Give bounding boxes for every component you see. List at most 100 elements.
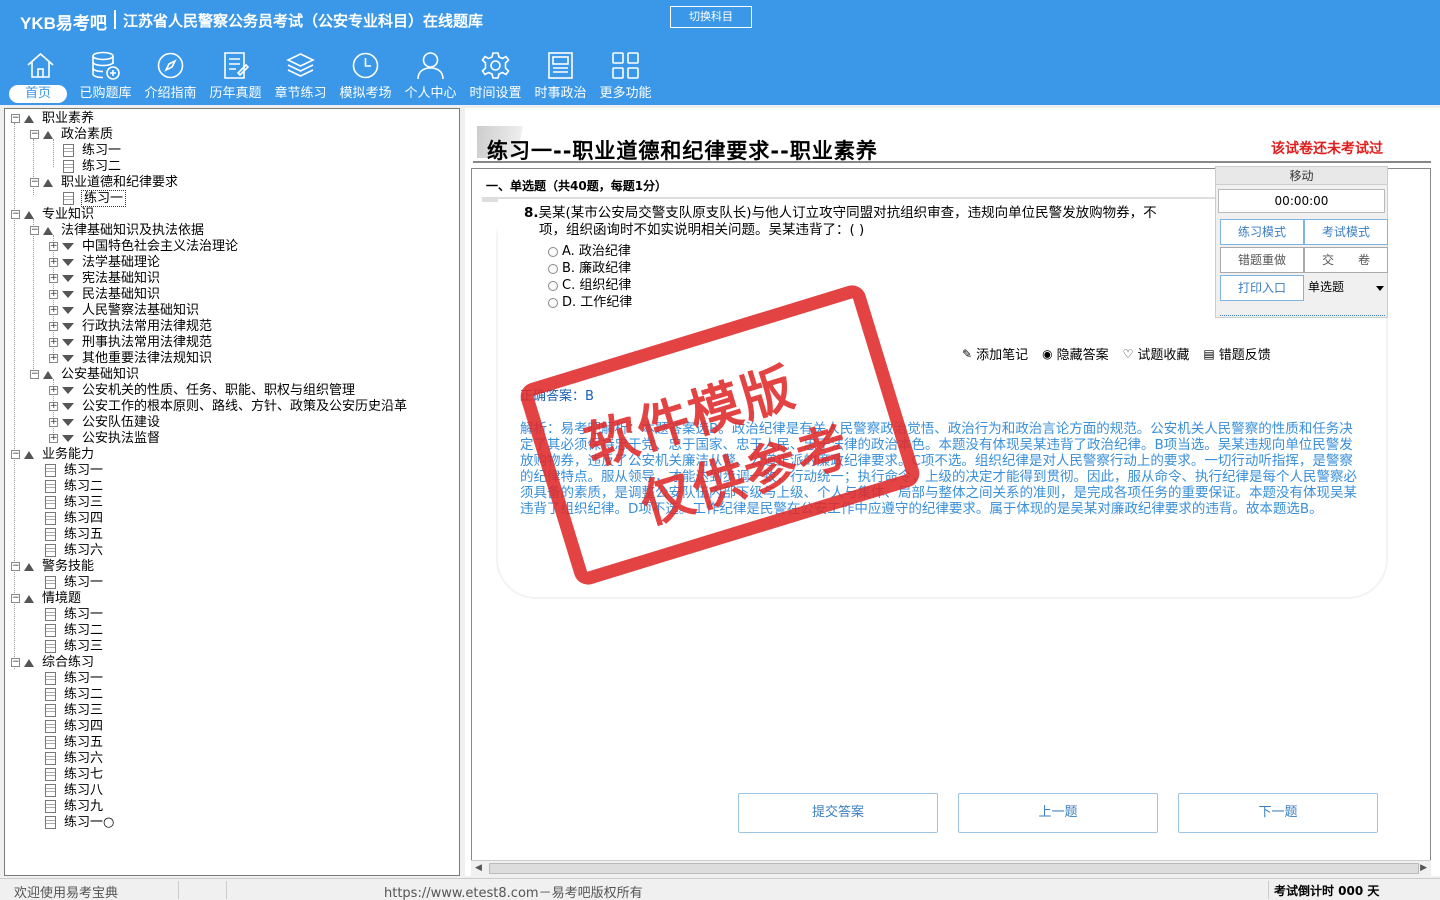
expand-icon[interactable]: + [49,274,58,283]
tree-leaf[interactable]: 练习四 [45,719,103,735]
switch-subject-button[interactable]: 切换科目 [670,6,752,28]
submit-answer-button[interactable]: 提交答案 [738,793,938,833]
question-type-select[interactable]: 单选题 [1306,275,1388,301]
nav-chapter-practice[interactable]: 章节练习 [268,44,333,104]
tree-leaf-selected[interactable]: 练习一 [63,190,127,207]
nav-past-papers[interactable]: 历年真题 [203,44,268,104]
radio-icon[interactable] [548,263,558,274]
expand-icon[interactable]: + [49,418,58,427]
submit-paper-button[interactable]: 交 卷 [1304,247,1388,273]
collapse-icon[interactable]: − [30,178,39,187]
tree-leaf[interactable]: 练习二 [45,687,103,703]
radio-icon[interactable] [548,297,558,308]
tree-node[interactable]: + 刑事执法常用法律规范 [49,335,212,351]
radio-icon[interactable] [548,280,558,291]
tree-node[interactable]: − 政治素质 [30,127,113,143]
nav-home[interactable]: 首页 [8,44,73,104]
tree-node[interactable]: + 宪法基础知识 [49,271,160,287]
expand-icon[interactable]: + [49,386,58,395]
tree-node[interactable]: + 中国特色社会主义法治理论 [49,239,238,255]
tree-leaf[interactable]: 练习一 [45,607,103,623]
tree-node[interactable]: − 法律基础知识及执法依据 [30,223,204,239]
nav-time-settings[interactable]: 时间设置 [463,44,528,104]
tree-leaf[interactable]: 练习一 [45,671,103,687]
collapse-icon[interactable]: − [11,658,20,667]
collapse-icon[interactable]: − [30,130,39,139]
tree-leaf[interactable]: 练习一 [45,463,103,479]
nav-guide[interactable]: 介绍指南 [138,44,203,104]
tree-node[interactable]: + 民法基础知识 [49,287,160,303]
expand-icon[interactable]: + [49,322,58,331]
next-question-button[interactable]: 下一题 [1178,793,1378,833]
panel-slider[interactable] [1220,311,1385,316]
hide-answer-button[interactable]: ◉ 隐藏答案 [1042,344,1109,364]
option-c[interactable]: C. 组织纪律 [548,277,631,294]
expand-icon[interactable]: + [49,306,58,315]
tree-node[interactable]: + 行政执法常用法律规范 [49,319,212,335]
tree-node[interactable]: − 职业道德和纪律要求 [30,175,178,191]
tree-node[interactable]: − 业务能力 [11,447,94,463]
tree-node[interactable]: − 综合练习 [11,655,94,671]
tree-node[interactable]: + 公安机关的性质、任务、职能、职权与组织管理 [49,383,355,399]
collapse-icon[interactable]: − [11,562,20,571]
tree-node[interactable]: − 情境题 [11,591,81,607]
tree-leaf[interactable]: 练习一○ [45,815,114,831]
tree-leaf[interactable]: 练习六 [45,751,103,767]
nav-current-affairs[interactable]: 时事政治 [528,44,593,104]
tree-leaf[interactable]: 练习三 [45,495,103,511]
expand-icon[interactable]: + [49,338,58,347]
tree-leaf[interactable]: 练习八 [45,783,103,799]
nav-personal-center[interactable]: 个人中心 [398,44,463,104]
tree-leaf[interactable]: 练习二 [45,623,103,639]
option-d[interactable]: D. 工作纪律 [548,294,632,311]
tree-node[interactable]: + 人民警察法基础知识 [49,303,199,319]
chapter-tree[interactable]: − 职业素养 − 政治素质 练习一 练习二 − 职业道德和纪律要求 练习一 − 专业知识… [4,108,460,876]
scroll-right-icon[interactable]: ▶ [1420,863,1427,873]
collapse-icon[interactable]: − [11,594,20,603]
tree-node[interactable]: − 专业知识 [11,207,94,223]
add-note-button[interactable]: ✎ 添加笔记 [962,344,1028,364]
error-feedback-button[interactable]: ▤ 错题反馈 [1203,344,1270,364]
tree-leaf[interactable]: 练习一 [45,575,103,591]
prev-question-button[interactable]: 上一题 [958,793,1158,833]
tree-leaf[interactable]: 练习一 [63,143,121,159]
panel-drag-handle[interactable]: 移动 [1216,167,1387,185]
expand-icon[interactable]: + [49,402,58,411]
expand-icon[interactable]: + [49,354,58,363]
tree-leaf[interactable]: 练习二 [63,159,121,175]
tree-leaf[interactable]: 练习七 [45,767,103,783]
collapse-icon[interactable]: − [30,226,39,235]
exam-mode-button[interactable]: 考试模式 [1304,219,1388,245]
exam-control-panel[interactable]: 移动 00:00:00 练习模式 考试模式 错题重做 交 卷 打印入口 单选题 [1215,166,1388,318]
favorite-button[interactable]: ♡ 试题收藏 [1123,344,1190,364]
tree-node[interactable]: + 公安队伍建设 [49,415,160,431]
tree-node[interactable]: + 公安工作的根本原则、路线、方针、政策及公安历史沿革 [49,399,407,415]
nav-purchased[interactable]: 已购题库 [73,44,138,104]
tree-node[interactable]: + 其他重要法律法规知识 [49,351,212,367]
redo-wrong-button[interactable]: 错题重做 [1220,247,1304,273]
tree-leaf[interactable]: 练习六 [45,543,103,559]
tree-leaf[interactable]: 练习九 [45,799,103,815]
horizontal-scrollbar[interactable]: ◀ ▶ [471,860,1431,876]
collapse-icon[interactable]: − [11,114,20,123]
expand-icon[interactable]: + [49,290,58,299]
collapse-icon[interactable]: − [11,210,20,219]
tree-leaf[interactable]: 练习二 [45,479,103,495]
tree-leaf[interactable]: 练习五 [45,527,103,543]
tree-leaf[interactable]: 练习四 [45,511,103,527]
tree-node[interactable]: − 公安基础知识 [30,367,139,383]
nav-mock-exam[interactable]: 模拟考场 [333,44,398,104]
radio-icon[interactable] [548,246,558,257]
tree-node[interactable]: − 警务技能 [11,559,94,575]
collapse-icon[interactable]: − [30,370,39,379]
tree-node[interactable]: − 职业素养 [11,111,94,127]
option-a[interactable]: A. 政治纪律 [548,243,631,260]
scroll-thumb[interactable] [489,863,1419,874]
scroll-left-icon[interactable]: ◀ [475,863,482,873]
tree-leaf[interactable]: 练习三 [45,703,103,719]
print-button[interactable]: 打印入口 [1220,275,1304,301]
collapse-icon[interactable]: − [11,450,20,459]
expand-icon[interactable]: + [49,434,58,443]
option-b[interactable]: B. 廉政纪律 [548,260,631,277]
nav-more-functions[interactable]: 更多功能 [593,44,658,104]
